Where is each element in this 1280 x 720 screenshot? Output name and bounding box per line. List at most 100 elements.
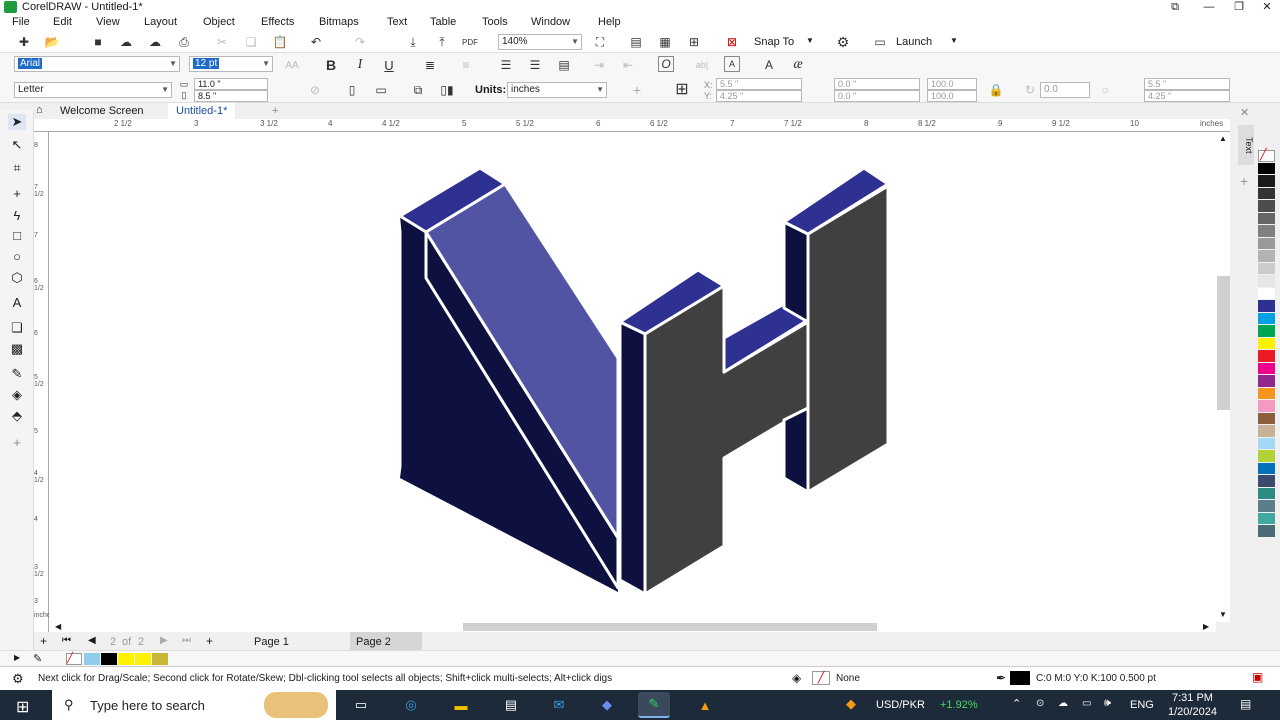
- palette-swatch[interactable]: [1258, 512, 1275, 524]
- horizontal-scroll-thumb[interactable]: [463, 623, 877, 631]
- smart-fill-icon[interactable]: ⬘: [8, 408, 26, 424]
- palette-swatch[interactable]: [1258, 175, 1275, 187]
- palette-swatch[interactable]: [1258, 425, 1275, 437]
- drop-cap-icon[interactable]: ▤: [556, 57, 572, 73]
- bold-button[interactable]: B: [323, 57, 339, 73]
- object-width-field[interactable]: 0.0 ": [834, 78, 920, 90]
- print-icon[interactable]: ⎙: [176, 34, 192, 50]
- scroll-up-icon[interactable]: ▲: [1219, 134, 1227, 143]
- grid-icon[interactable]: ▦: [657, 34, 673, 50]
- mail-icon[interactable]: ✉: [548, 695, 570, 715]
- cloud-upload-icon[interactable]: ☁: [147, 34, 163, 50]
- palette-swatch[interactable]: [1258, 312, 1275, 324]
- docpal-swatch[interactable]: [135, 653, 151, 665]
- scale-width-field[interactable]: 100.0: [927, 78, 977, 90]
- menu-table[interactable]: Table: [430, 16, 456, 28]
- drawing-canvas[interactable]: [49, 132, 1216, 622]
- x2-field[interactable]: 5.5 ": [1144, 78, 1230, 90]
- last-page-icon[interactable]: ⏭: [182, 635, 191, 646]
- status-gear-icon[interactable]: ⚙: [12, 671, 24, 687]
- launch-chevron-icon[interactable]: ▼: [950, 36, 958, 45]
- snap-chevron-icon[interactable]: ▼: [806, 36, 814, 45]
- underline-button[interactable]: U: [381, 57, 397, 73]
- palette-swatch[interactable]: [1258, 275, 1275, 287]
- italic-button[interactable]: I: [352, 57, 368, 73]
- bulleted-list-icon[interactable]: ☰: [498, 57, 514, 73]
- first-page-icon[interactable]: ⏮: [62, 635, 71, 646]
- palette-swatch[interactable]: [1258, 400, 1275, 412]
- close-button[interactable]: ✕: [1252, 0, 1280, 14]
- portrait-icon[interactable]: ▯: [344, 82, 360, 98]
- docpal-swatch[interactable]: [152, 653, 168, 665]
- guidelines-icon[interactable]: ⊞: [686, 34, 702, 50]
- rulers-icon[interactable]: ▤: [628, 34, 644, 50]
- bleed-icon[interactable]: ▯▮: [439, 82, 455, 98]
- scroll-down-icon[interactable]: ▼: [1219, 610, 1227, 619]
- palette-swatch[interactable]: [1258, 450, 1275, 462]
- indent-icon[interactable]: ⇥: [591, 57, 607, 73]
- menu-edit[interactable]: Edit: [53, 16, 72, 28]
- cloud-tray-icon[interactable]: ☁: [1058, 698, 1068, 709]
- new-document-icon[interactable]: ✚: [16, 34, 32, 50]
- edit-text-icon[interactable]: ab|: [694, 57, 710, 73]
- palette-swatch[interactable]: [1258, 525, 1275, 537]
- palette-swatch[interactable]: [1258, 362, 1275, 374]
- font-family-select[interactable]: Arial ▼: [14, 56, 180, 72]
- redo-icon[interactable]: ↷: [352, 34, 368, 50]
- language-indicator[interactable]: ENG: [1130, 699, 1154, 711]
- palette-swatch[interactable]: [1258, 200, 1275, 212]
- opentype-icon[interactable]: æ: [790, 57, 806, 73]
- docpal-swatch[interactable]: [101, 653, 117, 665]
- volume-icon[interactable]: 🕪: [1104, 697, 1111, 710]
- coreldraw-taskbar-icon[interactable]: ✎: [638, 692, 670, 718]
- page-layout-icon[interactable]: ⧉: [410, 82, 426, 98]
- palette-swatch[interactable]: [1258, 187, 1275, 199]
- home-icon[interactable]: ⌂: [34, 103, 50, 120]
- nh-logo-artwork[interactable]: [49, 132, 1216, 622]
- vertical-text-icon[interactable]: A: [761, 57, 777, 73]
- palette-swatch[interactable]: [1258, 212, 1275, 224]
- palette-swatch[interactable]: [1258, 387, 1275, 399]
- text-align-icon[interactable]: ≣: [422, 57, 438, 73]
- page-tab-2[interactable]: Page 2: [350, 632, 422, 650]
- color-proof-icon[interactable]: ▣: [1252, 670, 1263, 684]
- snap-to-dropdown[interactable]: Snap To: [754, 36, 794, 48]
- text-docker-tab[interactable]: Text: [1238, 125, 1254, 165]
- tray-icon[interactable]: ⊙: [1036, 698, 1044, 709]
- palette-swatch[interactable]: [1258, 300, 1275, 312]
- horizontal-ruler[interactable]: 2 1/2 3 3 1/2 4 4 1/2 5 5 1/2 6 6 1/2 7 …: [34, 119, 1240, 132]
- taskbar-search-box[interactable]: ⚲ Type here to search: [52, 690, 336, 720]
- docpal-arrow-icon[interactable]: ▶: [14, 653, 20, 662]
- outdent-icon[interactable]: ⇤: [620, 57, 636, 73]
- scroll-left-icon[interactable]: ◀: [55, 622, 61, 631]
- object-height-field[interactable]: 0.0 ": [834, 90, 920, 102]
- shadow-tool-icon[interactable]: ❏: [8, 320, 26, 336]
- snap-off-icon[interactable]: ⊠: [724, 34, 740, 50]
- page-width-field[interactable]: 11.0 ": [194, 78, 268, 90]
- menu-view[interactable]: View: [96, 16, 120, 28]
- app-icon[interactable]: ◆: [596, 695, 618, 715]
- y2-field[interactable]: 4.25 ": [1144, 90, 1230, 102]
- text-tool-icon[interactable]: A: [8, 295, 26, 311]
- bullet-disabled-icon[interactable]: ≡: [458, 57, 474, 73]
- palette-swatch[interactable]: [1258, 475, 1275, 487]
- palette-swatch[interactable]: [1258, 325, 1275, 337]
- docpal-swatch[interactable]: [84, 653, 100, 665]
- no-color-swatch[interactable]: ╱: [1258, 149, 1275, 162]
- cut-icon[interactable]: ✂: [214, 34, 230, 50]
- docpal-none-swatch[interactable]: ╱: [66, 653, 82, 665]
- palette-swatch[interactable]: [1258, 250, 1275, 262]
- full-screen-icon[interactable]: ⛶: [592, 34, 608, 50]
- palette-swatch[interactable]: [1258, 375, 1275, 387]
- horizontal-text-icon[interactable]: A: [724, 56, 740, 72]
- all-pages-icon[interactable]: ⊘: [307, 82, 323, 98]
- save-icon[interactable]: ■: [90, 34, 106, 50]
- paste-icon[interactable]: 📋: [272, 34, 288, 50]
- palette-swatch[interactable]: [1258, 225, 1275, 237]
- import-icon[interactable]: ⤓: [405, 34, 421, 50]
- open-folder-icon[interactable]: 📂: [44, 34, 60, 50]
- vertical-ruler[interactable]: 8 7 1/2 7 6 1/2 6 5 1/2 5 4 1/2 4 3 1/2 …: [34, 132, 54, 632]
- add-page-after-icon[interactable]: +: [206, 634, 213, 648]
- next-page-icon[interactable]: ▶: [160, 635, 168, 646]
- polygon-tool-icon[interactable]: ⬡: [8, 270, 26, 286]
